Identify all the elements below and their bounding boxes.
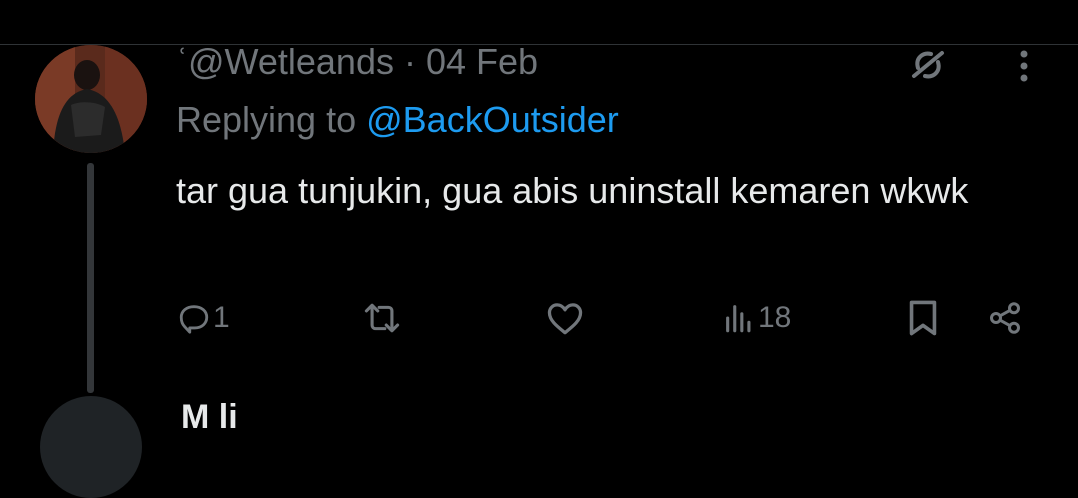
avatar[interactable]: [35, 45, 147, 153]
top-divider: [0, 44, 1078, 45]
views-icon: [726, 305, 751, 333]
retweet-icon: [364, 303, 400, 333]
views-button[interactable]: 18: [722, 290, 791, 346]
replying-to: Replying to @BackOutsider: [176, 98, 619, 142]
replying-to-label: Replying to: [176, 99, 367, 140]
next-tweet-author-name[interactable]: M li: [181, 398, 238, 437]
reply-button[interactable]: 1: [177, 290, 230, 346]
like-button[interactable]: [545, 290, 585, 346]
reply-icon: [179, 305, 209, 334]
share-icon: [990, 302, 1020, 334]
bookmark-button[interactable]: [905, 290, 941, 346]
tweet-action-bar: 1 18: [0, 290, 1078, 346]
reply-count: 1: [213, 301, 230, 334]
retweet-button[interactable]: [358, 290, 406, 346]
more-icon[interactable]: [1012, 46, 1036, 86]
share-button[interactable]: [986, 290, 1024, 346]
tweet-handle-and-date[interactable]: ʿ@Wetleands · 04 Feb: [176, 40, 538, 84]
grok-icon[interactable]: [905, 46, 951, 84]
avatar-image: [35, 45, 147, 153]
like-icon: [547, 303, 583, 335]
thread-connector-line: [87, 163, 94, 393]
replying-to-handle[interactable]: @BackOutsider: [366, 99, 619, 140]
bookmark-icon: [909, 300, 937, 336]
views-count: 18: [758, 301, 792, 334]
next-tweet-avatar[interactable]: [40, 396, 142, 498]
tweet-text: tar gua tunjukin, gua abis uninstall kem…: [176, 170, 969, 211]
